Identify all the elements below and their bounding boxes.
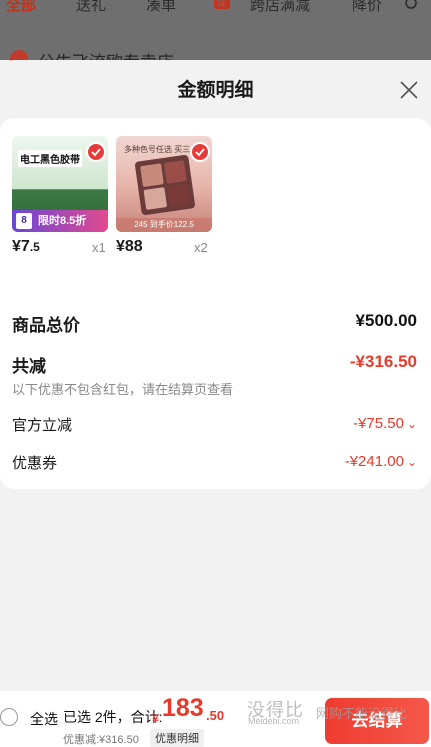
bg-tab-all: 全部 [6,0,37,14]
product-image-tag: 电工黑色胶带 [18,150,82,167]
price-summary-card: 商品总价 ¥500.00 共减 -¥316.50 以下优惠不包含红包，请在结算页… [0,291,431,489]
bg-tab-gift: 送礼 [76,0,107,14]
discount-note: 以下优惠不包含红包，请在结算页查看 [12,382,234,397]
search-icon [404,0,420,16]
coupon-value: -¥241.00 [344,453,404,470]
total-symbol: ¥ [152,711,160,726]
select-all-label[interactable]: 全选 [30,709,58,729]
bg-tab-cross-store: 跨店满减 [250,0,311,14]
total-amount-decimal: .50 [206,708,225,723]
discount-detail-button[interactable]: 优惠明细 [150,729,204,747]
bg-tab-bundle: 凑单 [146,0,177,14]
product-promo-banner: 8 限时8.5折 [12,210,108,232]
official-discount-label: 官方立减 [12,417,73,434]
bg-tab-badge: 促 [214,0,230,9]
official-discount-row[interactable]: -¥75.50 ⌄ [353,415,417,432]
watermark-slogan: 网购不能没得比 [316,706,408,721]
product-image: 电工黑色胶带 8 限时8.5折 [12,136,108,232]
discount-text: 优惠减:¥316.50 [63,734,139,746]
select-all-radio[interactable] [0,708,18,726]
eyeshadow-palette-image [134,154,196,216]
background-tab-bar: 全部 送礼 凑单 促 跨店满减 降价 [0,0,431,20]
chevron-down-icon: ⌄ [406,455,417,469]
selected-check-icon[interactable] [190,142,210,162]
coupon-row[interactable]: -¥241.00 ⌄ [345,453,417,470]
close-button[interactable] [397,78,421,102]
product-quantity: x1 [92,240,106,255]
goods-total-label: 商品总价 [12,316,80,335]
close-icon [400,81,418,99]
total-amount: 183 [162,694,204,722]
background-store-header: 公牛飞流欧专卖店 › [0,20,431,72]
checkout-bar: 全选 已选 2件，合计: ¥ 183 .50 优惠减:¥316.50 优惠明细 … [0,691,431,747]
product-item[interactable]: 多种色号任选 买三件更 245 到手价122.5 ¥88 x2 [116,136,212,255]
product-item[interactable]: 电工黑色胶带 8 限时8.5折 ¥7.5 x1 [12,136,108,255]
coupon-label: 优惠券 [12,455,58,472]
chevron-down-icon: ⌄ [406,417,417,431]
selected-count: 已选 2件，合计: [63,709,163,725]
goods-total-value: ¥500.00 [355,311,417,330]
amount-detail-sheet: 金额明细 电工黑色胶带 8 限时8.5折 ¥7.5 x1 多种色号任选 买三件更… [0,60,431,747]
product-image: 多种色号任选 买三件更 245 到手价122.5 [116,136,212,232]
sheet-title: 金额明细 [177,80,254,101]
product-quantity: x2 [194,240,208,255]
bg-tab-price-drop: 降价 [352,0,383,14]
total-discount-value: -¥316.50 [349,352,417,371]
watermark-url: Meidebi.com [248,716,300,726]
official-discount-value: -¥75.50 [353,415,404,432]
total-discount-label: 共减 [12,357,46,376]
product-price: ¥7.5 [12,238,40,255]
product-price: ¥88 [116,238,143,255]
selected-check-icon[interactable] [86,142,106,162]
product-promo-banner: 245 到手价122.5 [116,218,212,232]
